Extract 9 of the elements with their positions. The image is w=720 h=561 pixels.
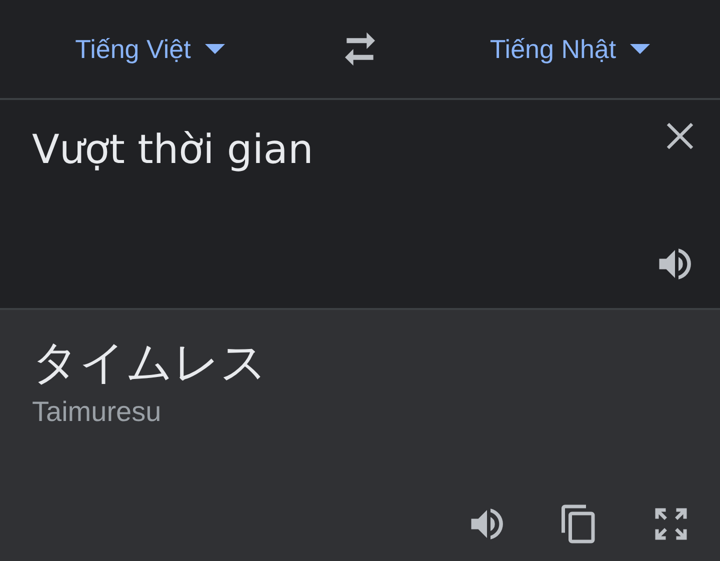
clear-button[interactable] — [664, 120, 696, 152]
input-field[interactable]: Vượt thời gian — [32, 120, 616, 180]
source-language-button[interactable]: Tiếng Việt — [69, 28, 231, 70]
romanization-text: Taimuresu — [32, 396, 162, 428]
close-icon — [664, 120, 696, 152]
caret-icon — [204, 44, 225, 54]
translation-text: タイムレス — [32, 334, 268, 391]
target-language-button[interactable]: Tiếng Nhật — [484, 28, 656, 70]
caret-icon — [630, 44, 650, 54]
